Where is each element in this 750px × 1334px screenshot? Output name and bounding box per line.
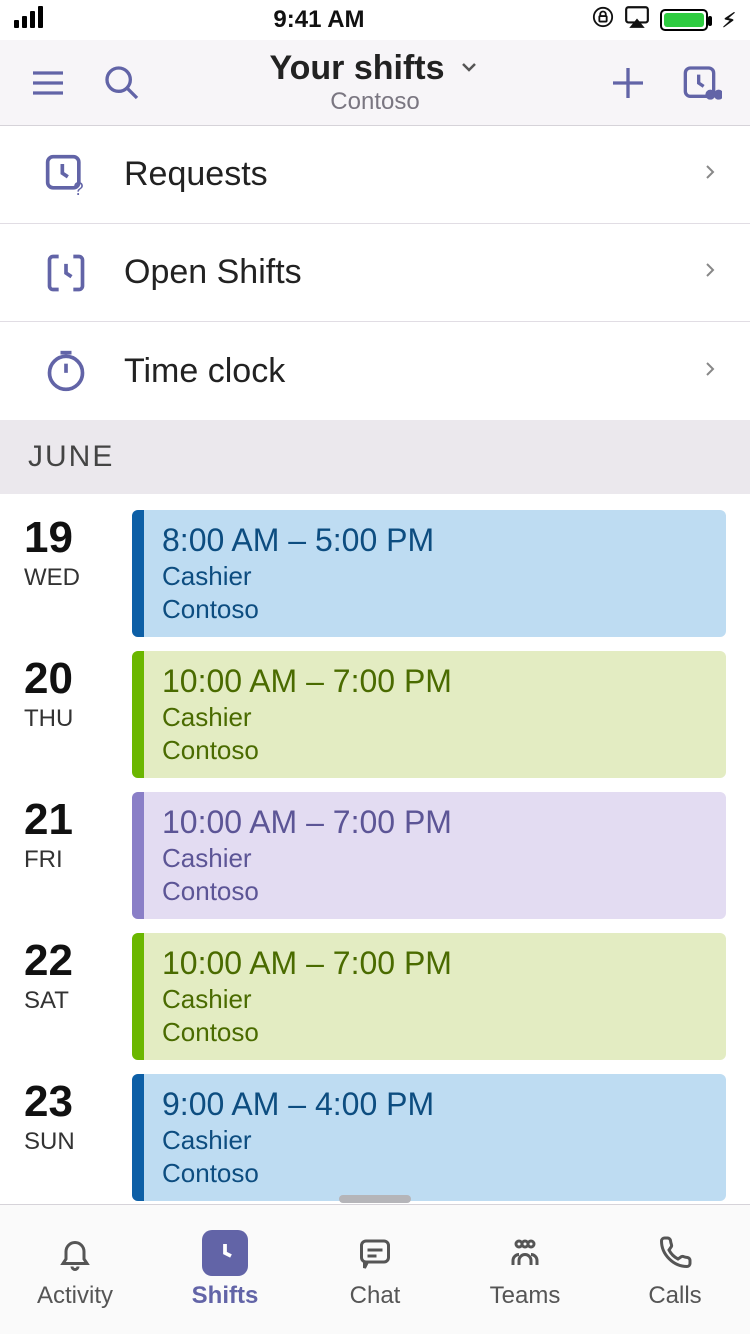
tab-label: Shifts	[192, 1282, 259, 1310]
shift-card[interactable]: 9:00 AM – 4:00 PMCashierContoso	[132, 1074, 726, 1201]
shift-time: 10:00 AM – 7:00 PM	[162, 661, 708, 701]
shift-org: Contoso	[162, 734, 708, 767]
chevron-right-icon	[698, 258, 722, 287]
card-body: 9:00 AM – 4:00 PMCashierContoso	[144, 1074, 726, 1201]
shift-time: 9:00 AM – 4:00 PM	[162, 1084, 708, 1124]
battery-icon	[660, 9, 708, 31]
menu-item-open-shifts[interactable]: Open Shifts	[0, 224, 750, 322]
search-button[interactable]	[98, 59, 146, 107]
header-title-dropdown[interactable]: Your shifts Contoso	[172, 49, 578, 116]
shift-time: 8:00 AM – 5:00 PM	[162, 520, 708, 560]
card-body: 8:00 AM – 5:00 PMCashierContoso	[144, 510, 726, 637]
menu-item-label: Requests	[124, 155, 666, 194]
day-number: 21	[24, 798, 120, 842]
day-name: THU	[24, 705, 120, 733]
svg-text:?: ?	[73, 178, 83, 197]
shift-role: Cashier	[162, 1124, 708, 1157]
clock-icon	[202, 1230, 248, 1276]
menu-button[interactable]	[24, 59, 72, 107]
card-accent	[132, 651, 144, 778]
card-body: 10:00 AM – 7:00 PMCashierContoso	[144, 933, 726, 1060]
chevron-right-icon	[698, 357, 722, 386]
month-header: JUNE	[0, 420, 750, 494]
tab-teams[interactable]: Teams	[450, 1230, 600, 1310]
shift-card[interactable]: 10:00 AM – 7:00 PMCashierContoso	[132, 651, 726, 778]
team-shifts-button[interactable]	[678, 59, 726, 107]
orientation-lock-icon	[592, 6, 614, 35]
shift-row: 22 SAT 10:00 AM – 7:00 PMCashierContoso	[24, 933, 726, 1060]
day-number: 20	[24, 657, 120, 701]
shift-role: Cashier	[162, 701, 708, 734]
day-number: 23	[24, 1080, 120, 1124]
tab-label: Calls	[648, 1282, 701, 1310]
day-number: 19	[24, 516, 120, 560]
day-name: SUN	[24, 1128, 120, 1156]
shift-row: 20 THU 10:00 AM – 7:00 PMCashierContoso	[24, 651, 726, 778]
day-column: 22 SAT	[24, 933, 120, 1060]
shift-card[interactable]: 10:00 AM – 7:00 PMCashierContoso	[132, 933, 726, 1060]
tab-calls[interactable]: Calls	[600, 1230, 750, 1310]
chat-icon	[352, 1230, 398, 1276]
signal-icon	[14, 6, 46, 35]
tab-chat[interactable]: Chat	[300, 1230, 450, 1310]
shift-role: Cashier	[162, 842, 708, 875]
chevron-down-icon	[457, 49, 481, 88]
stopwatch-icon	[40, 345, 92, 397]
open-shift-icon	[40, 247, 92, 299]
tab-label: Teams	[490, 1282, 561, 1310]
bottom-tab-bar: Activity Shifts Chat Teams Calls	[0, 1204, 750, 1334]
day-number: 22	[24, 939, 120, 983]
tab-label: Activity	[37, 1282, 113, 1310]
menu-item-label: Open Shifts	[124, 253, 666, 292]
status-bar: 9:41 AM ⚡︎	[0, 0, 750, 40]
phone-icon	[652, 1230, 698, 1276]
card-body: 10:00 AM – 7:00 PMCashierContoso	[144, 792, 726, 919]
shift-row: 23 SUN 9:00 AM – 4:00 PMCashierContoso	[24, 1074, 726, 1201]
day-name: FRI	[24, 846, 120, 874]
shift-org: Contoso	[162, 1016, 708, 1049]
card-body: 10:00 AM – 7:00 PMCashierContoso	[144, 651, 726, 778]
shift-time: 10:00 AM – 7:00 PM	[162, 943, 708, 983]
clock-question-icon: ?	[40, 149, 92, 201]
charging-icon: ⚡︎	[722, 8, 736, 33]
tab-shifts[interactable]: Shifts	[150, 1230, 300, 1310]
shift-row: 19 WED 8:00 AM – 5:00 PMCashierContoso	[24, 510, 726, 637]
status-time: 9:41 AM	[273, 6, 364, 34]
menu-item-time-clock[interactable]: Time clock	[0, 322, 750, 420]
shift-role: Cashier	[162, 560, 708, 593]
shift-role: Cashier	[162, 983, 708, 1016]
shifts-list: 19WED8:00 AM – 5:00 PMCashierContoso20TH…	[0, 494, 750, 1255]
bell-icon	[52, 1230, 98, 1276]
card-accent	[132, 1074, 144, 1201]
tab-activity[interactable]: Activity	[0, 1230, 150, 1310]
card-accent	[132, 792, 144, 919]
menu-item-label: Time clock	[124, 352, 666, 391]
menu-item-requests[interactable]: ? Requests	[0, 126, 750, 224]
card-accent	[132, 510, 144, 637]
quick-links-list: ? Requests Open Shifts Time clock	[0, 126, 750, 420]
shift-row: 21 FRI 10:00 AM – 7:00 PMCashierContoso	[24, 792, 726, 919]
shift-card[interactable]: 10:00 AM – 7:00 PMCashierContoso	[132, 792, 726, 919]
day-column: 20 THU	[24, 651, 120, 778]
add-button[interactable]	[604, 59, 652, 107]
card-accent	[132, 933, 144, 1060]
day-name: WED	[24, 564, 120, 592]
shift-card[interactable]: 8:00 AM – 5:00 PMCashierContoso	[132, 510, 726, 637]
day-column: 19 WED	[24, 510, 120, 637]
shift-org: Contoso	[162, 593, 708, 626]
day-column: 23 SUN	[24, 1074, 120, 1201]
shift-org: Contoso	[162, 875, 708, 908]
tab-label: Chat	[350, 1282, 401, 1310]
day-column: 21 FRI	[24, 792, 120, 919]
page-subtitle: Contoso	[172, 88, 578, 116]
shift-org: Contoso	[162, 1157, 708, 1190]
teams-icon	[502, 1230, 548, 1276]
chevron-right-icon	[698, 160, 722, 189]
page-title: Your shifts	[269, 49, 444, 88]
app-header: Your shifts Contoso	[0, 40, 750, 126]
shift-time: 10:00 AM – 7:00 PM	[162, 802, 708, 842]
day-name: SAT	[24, 987, 120, 1015]
airplay-icon	[624, 4, 650, 37]
